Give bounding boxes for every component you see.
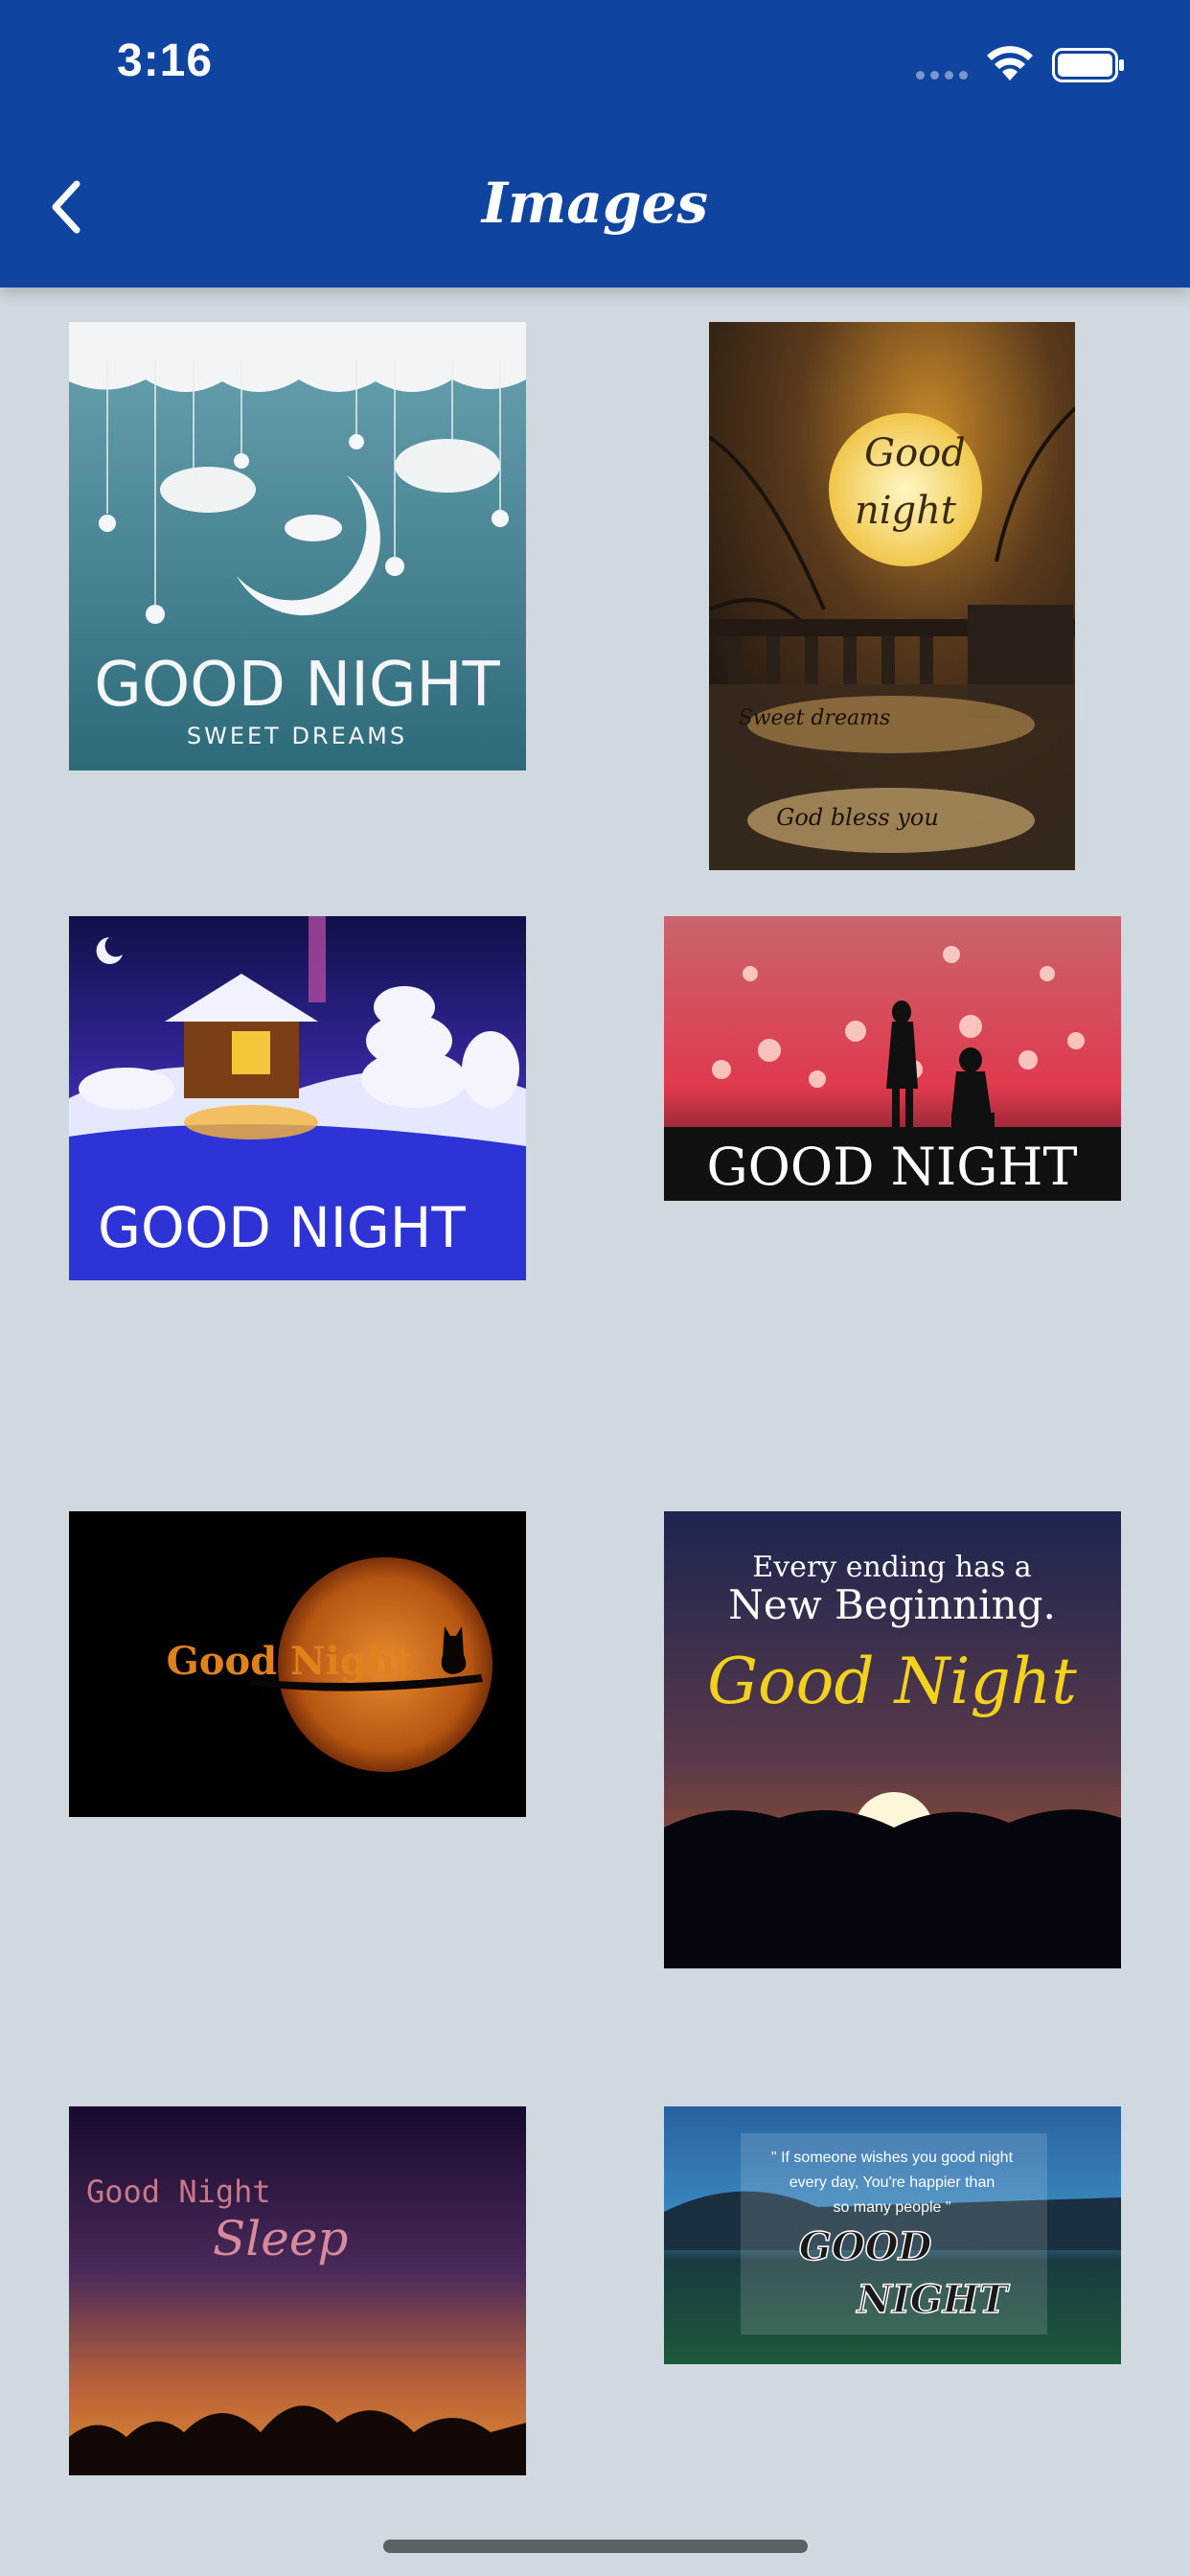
image-tile-good-night-couple[interactable]: GOOD NIGHT	[664, 916, 1121, 1201]
image-8-line-4: GOOD	[799, 2224, 932, 2269]
home-indicator[interactable]	[383, 2540, 808, 2553]
image-6-line-3: Good Night	[707, 1644, 1077, 1718]
cellular-signal-icon	[916, 71, 968, 80]
image-6-line-2: New Beginning.	[728, 1581, 1056, 1628]
image-8-line-5: NIGHT	[856, 2277, 1011, 2322]
image-2-line-sweet-dreams: Sweet dreams	[739, 706, 891, 730]
page-title: Images	[481, 171, 709, 236]
image-tile-good-night-sweet-dreams[interactable]: GOOD NIGHT SWEET DREAMS	[69, 322, 526, 770]
battery-icon	[1052, 48, 1124, 82]
navigation-header: 3:16 Images	[0, 0, 1190, 288]
image-6-line-1: Every ending has a	[752, 1551, 1032, 1584]
status-time: 3:16	[117, 35, 214, 86]
image-2-line-god-bless: God bless you	[776, 804, 939, 831]
image-tile-new-beginning[interactable]: Every ending has a New Beginning. Good N…	[664, 1511, 1121, 1968]
image-2-line-good: Good	[864, 431, 966, 475]
image-1-title: GOOD NIGHT	[94, 650, 500, 721]
image-3-title: GOOD NIGHT	[98, 1195, 466, 1260]
image-2-line-night: night	[855, 489, 957, 533]
image-tile-good-night-sleep[interactable]: Good Night Sleep	[69, 2106, 526, 2475]
image-8-line-2: every day, You're happier than	[790, 2174, 995, 2191]
image-tile-good-night-quote[interactable]: " If someone wishes you good night every…	[664, 2106, 1121, 2364]
image-tile-good-night-cat-moon[interactable]: Good Night	[69, 1511, 526, 1817]
image-4-title: GOOD NIGHT	[707, 1137, 1078, 1197]
image-1-subtitle: SWEET DREAMS	[187, 723, 407, 749]
image-tile-good-night-moon[interactable]: Good night Sweet dreams God bless you	[709, 322, 1075, 870]
image-8-line-1: " If someone wishes you good night	[771, 2150, 1014, 2166]
image-8-line-3: so many people "	[833, 2199, 950, 2216]
image-5-title: Good Night	[167, 1639, 413, 1684]
image-tile-good-night-cabin[interactable]: GOOD NIGHT	[69, 916, 526, 1280]
image-7-line-2: Sleep	[213, 2211, 348, 2266]
image-7-line-1: Good Night	[86, 2174, 271, 2210]
wifi-icon	[987, 46, 1033, 80]
